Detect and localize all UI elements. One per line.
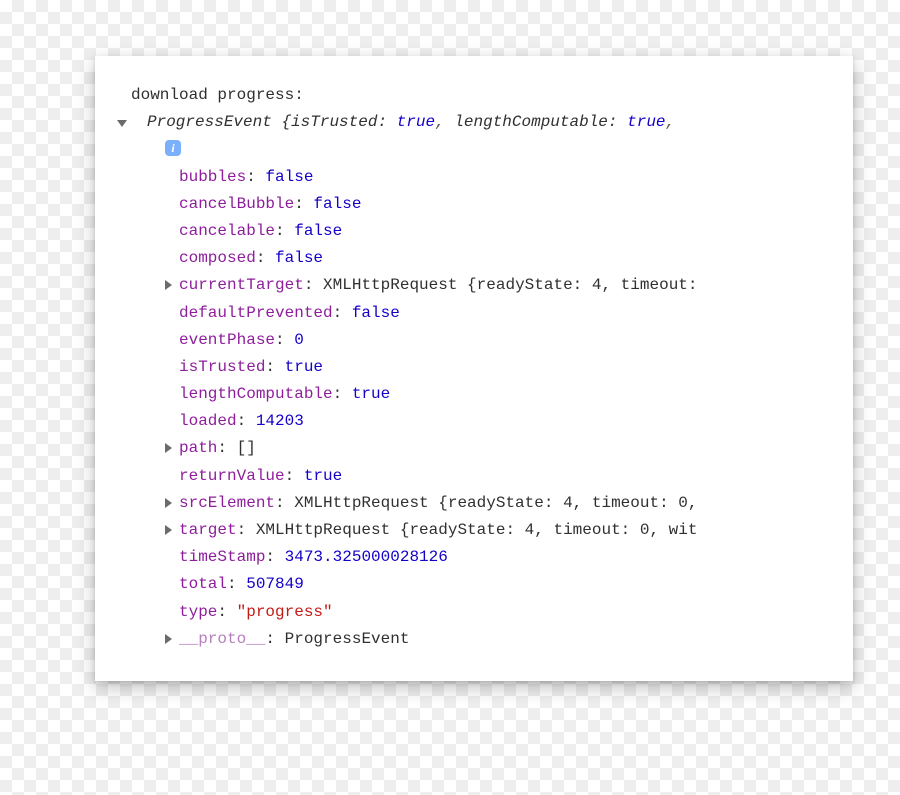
colon: : xyxy=(294,195,313,213)
property-row: cancelable: false xyxy=(179,218,853,245)
property-key: composed xyxy=(179,249,256,267)
chevron-right-icon[interactable] xyxy=(165,525,172,535)
property-key: lengthComputable xyxy=(179,385,333,403)
chevron-down-icon[interactable] xyxy=(117,120,127,127)
property-row: isTrusted: true xyxy=(179,354,853,381)
colon: : xyxy=(377,113,396,131)
property-key: bubbles xyxy=(179,168,246,186)
property-row[interactable]: __proto__: ProgressEvent xyxy=(179,626,853,653)
summary-value: true xyxy=(627,113,665,131)
property-value: 3473.325000028126 xyxy=(285,548,448,566)
colon: : xyxy=(333,385,352,403)
log-header-text: download progress: xyxy=(131,86,304,104)
property-key: timeStamp xyxy=(179,548,265,566)
property-value: XMLHttpRequest {readyState: 4, timeout: … xyxy=(294,494,697,512)
chevron-right-icon[interactable] xyxy=(165,634,172,644)
property-value: 507849 xyxy=(246,575,304,593)
colon: : xyxy=(217,439,236,457)
property-value: true xyxy=(304,467,342,485)
colon: : xyxy=(265,630,284,648)
property-key: path xyxy=(179,439,217,457)
property-row: composed: false xyxy=(179,245,853,272)
info-icon[interactable]: i xyxy=(165,140,181,156)
property-key: loaded xyxy=(179,412,237,430)
summary-key: isTrusted xyxy=(291,113,377,131)
property-value: true xyxy=(352,385,390,403)
property-value: ProgressEvent xyxy=(285,630,410,648)
property-key: defaultPrevented xyxy=(179,304,333,322)
console-content: download progress: ProgressEvent {isTrus… xyxy=(95,82,853,653)
property-value: false xyxy=(275,249,323,267)
colon: : xyxy=(246,168,265,186)
property-row[interactable]: path: [] xyxy=(179,435,853,462)
property-value: false xyxy=(313,195,361,213)
object-class-name: ProgressEvent xyxy=(147,113,272,131)
summary-value: true xyxy=(397,113,435,131)
colon: : xyxy=(237,412,256,430)
brace-open: { xyxy=(281,113,291,131)
colon: : xyxy=(237,521,256,539)
property-key: target xyxy=(179,521,237,539)
property-value: 14203 xyxy=(256,412,304,430)
object-summary-row[interactable]: ProgressEvent {isTrusted: true, lengthCo… xyxy=(131,109,853,136)
object-properties: bubbles: falsecancelBubble: falsecancela… xyxy=(131,164,853,653)
console-panel: download progress: ProgressEvent {isTrus… xyxy=(95,56,853,681)
colon: : xyxy=(304,276,323,294)
colon: : xyxy=(608,113,627,131)
property-value: false xyxy=(352,304,400,322)
property-row[interactable]: srcElement: XMLHttpRequest {readyState: … xyxy=(179,490,853,517)
property-row: lengthComputable: true xyxy=(179,381,853,408)
property-key: __proto__ xyxy=(179,630,265,648)
property-key: cancelable xyxy=(179,222,275,240)
property-key: total xyxy=(179,575,227,593)
property-row: timeStamp: 3473.325000028126 xyxy=(179,544,853,571)
property-row: returnValue: true xyxy=(179,463,853,490)
property-value: 0 xyxy=(294,331,304,349)
info-badge-row: i xyxy=(131,136,853,163)
property-value: "progress" xyxy=(237,603,333,621)
property-row: bubbles: false xyxy=(179,164,853,191)
property-row: loaded: 14203 xyxy=(179,408,853,435)
colon: : xyxy=(217,603,236,621)
property-row: type: "progress" xyxy=(179,599,853,626)
chevron-right-icon[interactable] xyxy=(165,498,172,508)
property-value: true xyxy=(285,358,323,376)
summary-key: lengthComputable xyxy=(454,113,608,131)
colon: : xyxy=(256,249,275,267)
colon: : xyxy=(275,331,294,349)
property-row[interactable]: target: XMLHttpRequest {readyState: 4, t… xyxy=(179,517,853,544)
property-key: srcElement xyxy=(179,494,275,512)
property-value: XMLHttpRequest {readyState: 4, timeout: … xyxy=(256,521,698,539)
chevron-right-icon[interactable] xyxy=(165,280,172,290)
property-value: false xyxy=(265,168,313,186)
chevron-right-icon[interactable] xyxy=(165,443,172,453)
colon: : xyxy=(285,467,304,485)
property-key: type xyxy=(179,603,217,621)
colon: : xyxy=(333,304,352,322)
summary-inline-props: isTrusted: true, lengthComputable: true xyxy=(291,113,665,131)
property-value: XMLHttpRequest {readyState: 4, timeout: xyxy=(323,276,697,294)
property-row: eventPhase: 0 xyxy=(179,327,853,354)
property-key: currentTarget xyxy=(179,276,304,294)
colon: : xyxy=(275,222,294,240)
property-key: returnValue xyxy=(179,467,285,485)
log-header: download progress: xyxy=(131,82,853,109)
property-key: isTrusted xyxy=(179,358,265,376)
comma: , xyxy=(435,113,454,131)
property-row: cancelBubble: false xyxy=(179,191,853,218)
colon: : xyxy=(275,494,294,512)
property-value: false xyxy=(294,222,342,240)
property-row: total: 507849 xyxy=(179,571,853,598)
summary-trailing: , xyxy=(666,113,676,131)
property-key: eventPhase xyxy=(179,331,275,349)
colon: : xyxy=(227,575,246,593)
property-value: [] xyxy=(237,439,256,457)
property-row: defaultPrevented: false xyxy=(179,300,853,327)
property-row[interactable]: currentTarget: XMLHttpRequest {readyStat… xyxy=(179,272,853,299)
colon: : xyxy=(265,548,284,566)
colon: : xyxy=(265,358,284,376)
property-key: cancelBubble xyxy=(179,195,294,213)
